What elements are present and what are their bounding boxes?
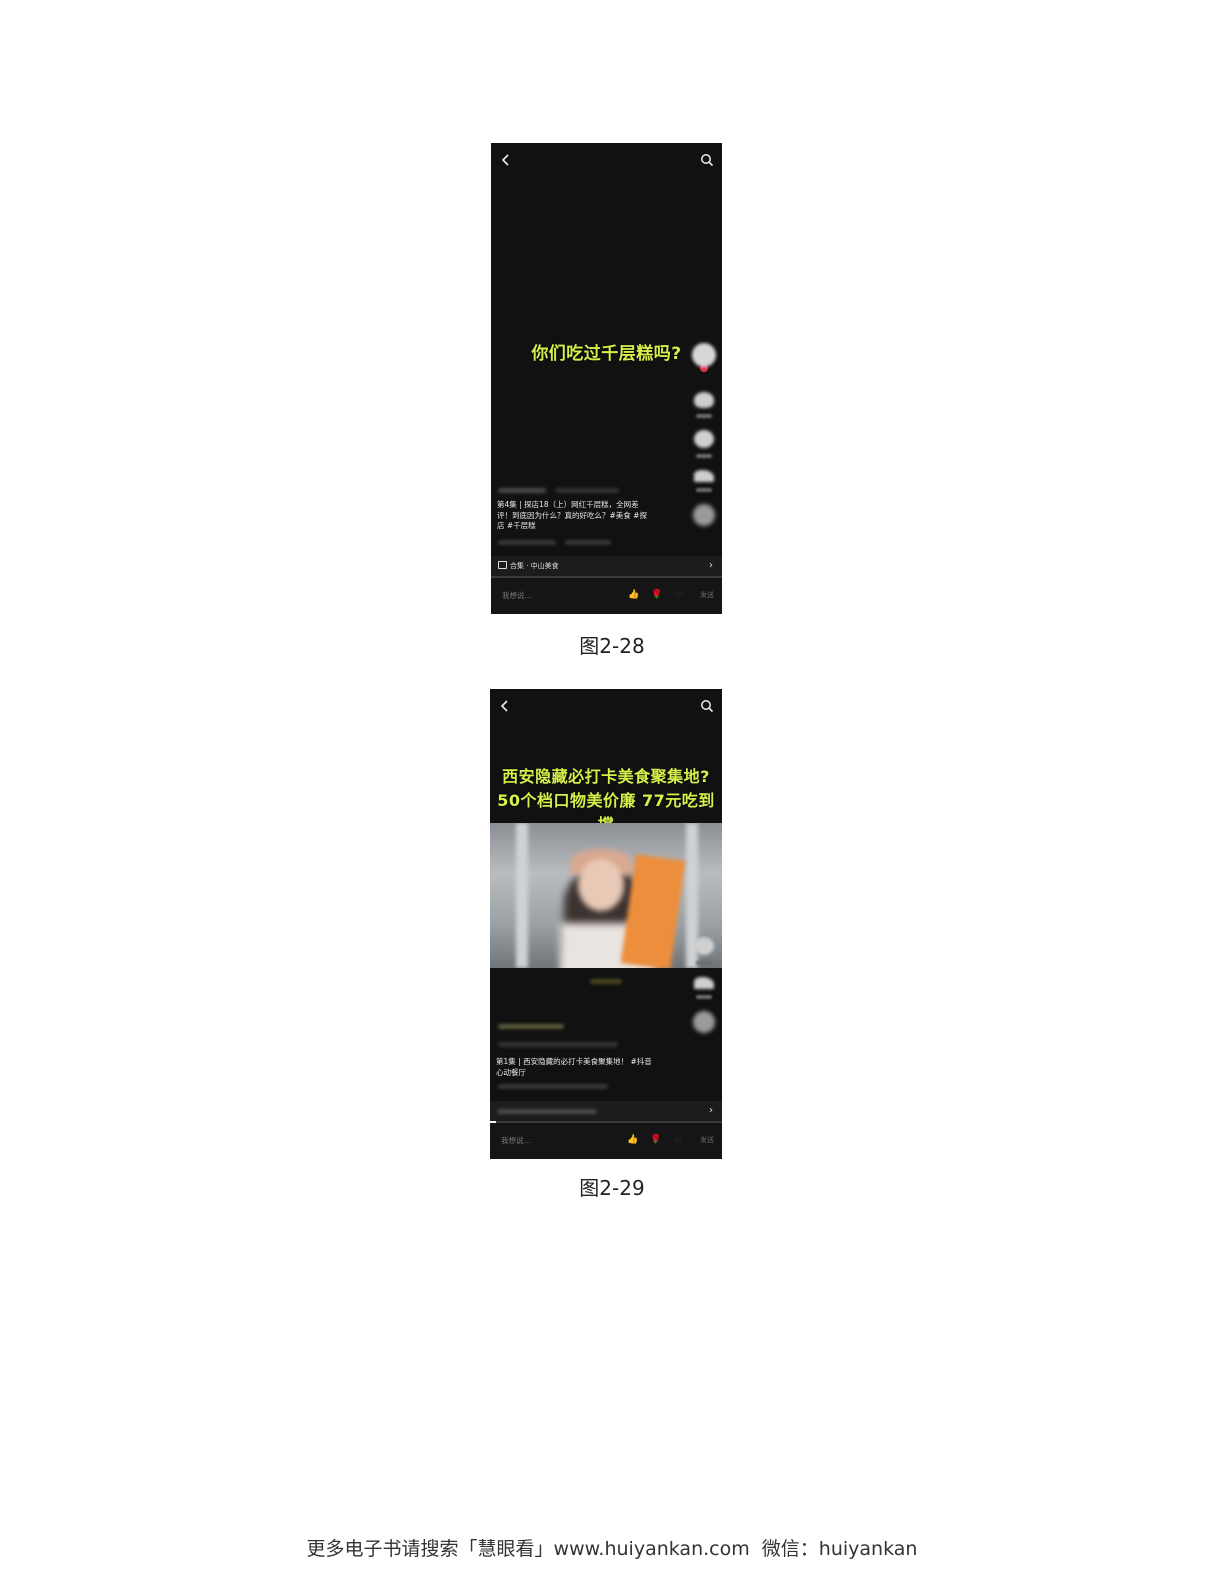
thumbs-up-reaction-icon[interactable]: 👍 xyxy=(627,1134,638,1146)
share-count xyxy=(696,488,712,492)
laugh-reaction-icon[interactable]: 😂 xyxy=(674,589,685,601)
person-face xyxy=(578,859,624,911)
caption-line: 第1集 | 西安隐藏的必打卡美食聚集地！ #抖音 xyxy=(496,1057,652,1066)
like-icon[interactable] xyxy=(694,392,714,408)
search-icon[interactable] xyxy=(700,153,714,167)
side-action-bar xyxy=(690,343,718,526)
extra-info-blurred xyxy=(498,540,556,545)
collection-label-blurred xyxy=(497,1108,597,1114)
comment-input-bar: 我想说... 👍 🌹 😂 发送 xyxy=(491,578,722,614)
music-disc-icon[interactable] xyxy=(693,504,715,526)
caption-line: 评！到底因为什么？真的好吃么？#美食 #探 xyxy=(497,510,647,520)
post-time-blurred xyxy=(498,1042,618,1047)
thumbs-up-reaction-icon[interactable]: 👍 xyxy=(628,589,639,601)
comment-input-bar: 我想说... 👍 🌹 😂 发送 xyxy=(490,1123,722,1159)
overlay-title-line: 西安隐藏必打卡美食聚集地? xyxy=(502,767,710,786)
top-bar xyxy=(490,689,722,723)
post-time-blurred xyxy=(555,488,619,493)
comment-input[interactable]: 我想说... xyxy=(502,590,532,601)
footer-promo-text: 更多电子书请搜索「慧眼看」www.huiyankan.com 微信：huiyan… xyxy=(306,1538,918,1560)
music-disc-icon[interactable] xyxy=(693,1011,715,1033)
phone-screenshot-2: 西安隐藏必打卡美食聚集地? 50个档口物美价廉 77元吃到撑 第1集 | 西安隐… xyxy=(490,689,722,1159)
rose-reaction-icon[interactable]: 🌹 xyxy=(650,1134,661,1146)
like-count xyxy=(696,414,712,418)
top-bar xyxy=(491,143,722,177)
collection-bar[interactable]: 合集 · 中山美食 › xyxy=(491,556,722,576)
comment-input[interactable]: 我想说... xyxy=(501,1135,531,1146)
collection-bar[interactable]: › xyxy=(490,1101,722,1121)
extra-info-blurred xyxy=(565,540,611,545)
creator-name-blurred xyxy=(498,1024,564,1029)
collection-icon xyxy=(498,561,507,569)
caption-line: 第4集 | 探店18（上）网红千层糕，全网差 xyxy=(497,500,639,509)
share-count xyxy=(696,995,712,999)
background-pillar xyxy=(516,823,528,968)
creator-avatar[interactable] xyxy=(692,343,716,367)
share-icon[interactable] xyxy=(694,470,714,482)
chevron-right-icon: › xyxy=(709,1105,713,1116)
share-icon[interactable] xyxy=(694,977,714,989)
video-overlay-title: 你们吃过千层糕吗? xyxy=(531,344,682,364)
extra-info-blurred xyxy=(498,1084,608,1089)
comment-count xyxy=(696,961,712,965)
video-frame-photo xyxy=(490,823,722,968)
comment-count xyxy=(696,454,712,458)
figure-caption: 图2-28 xyxy=(579,634,645,658)
laugh-reaction-icon[interactable]: 😂 xyxy=(673,1134,684,1146)
back-chevron-icon[interactable] xyxy=(499,153,513,167)
comment-icon[interactable] xyxy=(694,430,714,448)
search-icon[interactable] xyxy=(700,699,714,713)
chevron-right-icon: › xyxy=(709,560,713,571)
send-button[interactable]: 发送 xyxy=(700,590,714,600)
back-chevron-icon[interactable] xyxy=(498,699,512,713)
caption-line: 店 #千层糕 xyxy=(497,521,536,530)
subtitle-blurred xyxy=(590,979,622,984)
phone-screenshot-1: 你们吃过千层糕吗? 第4集 | 探店18（上）网红千层糕，全网差 评！到底因为什… xyxy=(491,143,722,614)
rose-reaction-icon[interactable]: 🌹 xyxy=(651,589,662,601)
comment-icon[interactable] xyxy=(694,937,714,955)
creator-name-blurred xyxy=(498,488,546,493)
figure-caption: 图2-29 xyxy=(579,1176,645,1200)
send-button[interactable]: 发送 xyxy=(700,1135,714,1145)
side-action-bar xyxy=(690,937,718,1033)
caption-line: 心动餐厅 xyxy=(496,1067,526,1077)
collection-label: 合集 · 中山美食 xyxy=(510,562,559,570)
video-caption: 第4集 | 探店18（上）网红千层糕，全网差 评！到底因为什么？真的好吃么？#美… xyxy=(497,500,671,532)
video-caption: 第1集 | 西安隐藏的必打卡美食聚集地！ #抖音 心动餐厅 xyxy=(496,1057,670,1078)
